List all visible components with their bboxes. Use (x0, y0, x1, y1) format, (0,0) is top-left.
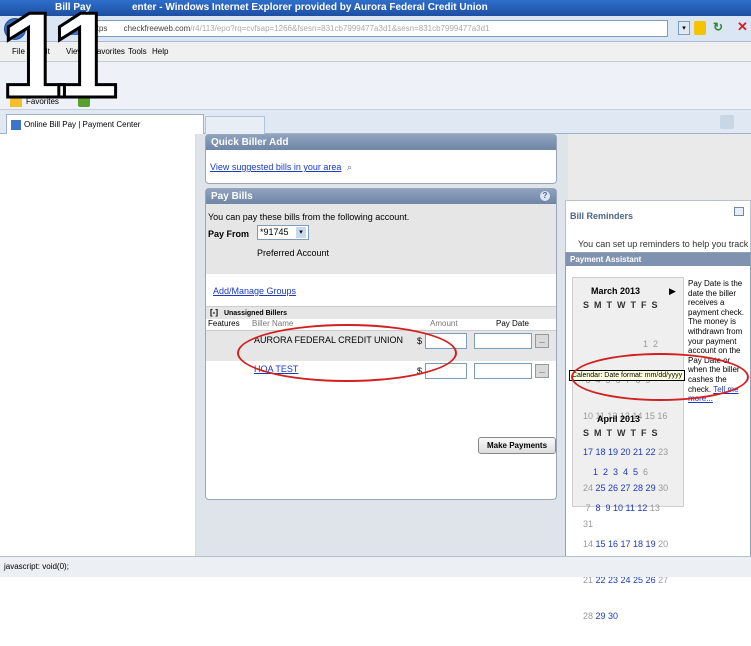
quick-biller-panel: Quick Biller Add View suggested bills in… (205, 134, 557, 184)
calendar-icon[interactable]: ... (535, 364, 549, 378)
calendar-month-title: March 2013 (591, 286, 641, 296)
pay-date-input[interactable] (474, 333, 532, 349)
step-number: 11 (0, 0, 120, 123)
pay-bills-header: Pay Bills ? (206, 189, 556, 204)
unassigned-billers-row: [-] Unassigned Billers (206, 306, 556, 319)
address-bar: https checkfreeweb.com/r4/113/epo?rq=cvf… (0, 16, 751, 42)
bill-reminders-text: You can set up reminders to help you tra… (578, 239, 749, 249)
pay-from-value: *91745 (260, 227, 289, 237)
column-biller-name[interactable]: Biller Name (252, 319, 293, 328)
help-icon[interactable]: ? (540, 191, 550, 201)
payment-assistant-title: Payment Assistant (566, 253, 750, 266)
url-host: checkfreeweb.com (123, 24, 191, 33)
calendar-day-link[interactable]: 15 16 17 18 19 (593, 539, 656, 549)
payment-assistant-panel: Payment Assistant March 2013 ▶ S M T W T… (565, 252, 751, 621)
calendar-day: 6 (638, 467, 649, 477)
annotation-ellipse (571, 353, 749, 401)
bill-reminders-title: Bill Reminders (570, 211, 634, 221)
annotation-ellipse (237, 324, 457, 382)
calendar-day: 14 (583, 539, 594, 549)
magnifier-icon: ⌕ (346, 162, 352, 172)
calendar-day: 13 (647, 503, 660, 513)
home-icon[interactable] (720, 115, 734, 129)
group-label: Unassigned Billers (223, 310, 287, 317)
pay-from-label: Pay From (208, 229, 250, 239)
window-title: enter - Windows Internet Explorer provid… (132, 2, 488, 13)
column-features: Features (208, 319, 240, 328)
lock-icon[interactable] (694, 21, 706, 35)
calendar-day: 7 (583, 503, 591, 513)
status-bar: javascript: void(0); (0, 556, 751, 577)
pay-date-input[interactable] (474, 363, 532, 379)
calendar-weekdays: S M T W T F S (583, 300, 658, 310)
calendar-icon[interactable]: ... (535, 334, 549, 348)
menu-bar: File Edit View Favorites Tools Help (0, 42, 751, 62)
quick-biller-title: Quick Biller Add (206, 135, 556, 150)
group-toggle[interactable]: [-] (210, 308, 218, 317)
calendar-day-link[interactable]: 1 2 3 4 5 (583, 467, 638, 477)
menu-help[interactable]: Help (152, 42, 168, 62)
chevron-down-icon: ▾ (296, 227, 306, 238)
status-text: javascript: void(0); (4, 562, 69, 571)
calendar-day: 20 (655, 539, 669, 549)
pay-from-select[interactable]: *91745 ▾ (257, 225, 309, 240)
favorites-bar: Favorites (0, 62, 751, 110)
new-tab-button[interactable] (205, 116, 265, 134)
left-pane (0, 134, 196, 556)
calendar-day-link[interactable]: 8 9 10 11 12 (591, 503, 648, 513)
url-path: /r4/113/epo?rq=cvfsap=1266&fsesn=831cb79… (190, 24, 490, 33)
calendar-month-title: April 2013 (597, 414, 641, 424)
account-note: Preferred Account (257, 248, 330, 258)
tab-bar: Online Bill Pay | Payment Center (0, 110, 751, 134)
window-icon[interactable] (734, 207, 744, 216)
suggested-bills-link[interactable]: View suggested bills in your area (210, 162, 341, 172)
url-dropdown-icon[interactable]: ▾ (678, 21, 690, 35)
url-input[interactable]: https checkfreeweb.com/r4/113/epo?rq=cvf… (86, 20, 668, 37)
stop-icon[interactable]: ✕ (737, 19, 751, 35)
next-month-icon[interactable]: ▶ (669, 286, 676, 297)
window-title-bar: Bill Pay enter - Windows Internet Explor… (0, 0, 751, 16)
bill-reminders-panel: Bill Reminders You can set up reminders … (565, 200, 751, 260)
help-text: Pay Date is the date the biller receives… (688, 279, 745, 356)
pay-bills-title: Pay Bills (211, 191, 253, 202)
calendar-days: 1 2 3 4 5 6 7 8 9 10 11 12 13 14 15 16 1… (583, 442, 668, 646)
calendar-day: 1 2 (583, 339, 659, 349)
pay-from-section: You can pay these bills from the followi… (206, 204, 556, 274)
pay-bills-intro: You can pay these bills from the followi… (208, 212, 410, 222)
column-amount: Amount (430, 319, 458, 328)
manage-groups-link[interactable]: Add/Manage Groups (213, 286, 296, 296)
calendar-day-link[interactable]: 29 30 (593, 611, 619, 621)
calendar-weekdays: S M T W T F S (583, 428, 658, 438)
refresh-icon[interactable]: ↻ (713, 20, 727, 36)
column-pay-date: Pay Date (496, 319, 529, 328)
make-payments-button[interactable]: Make Payments (478, 437, 556, 454)
menu-tools[interactable]: Tools (128, 42, 147, 62)
calendar-day: 28 (583, 611, 594, 621)
